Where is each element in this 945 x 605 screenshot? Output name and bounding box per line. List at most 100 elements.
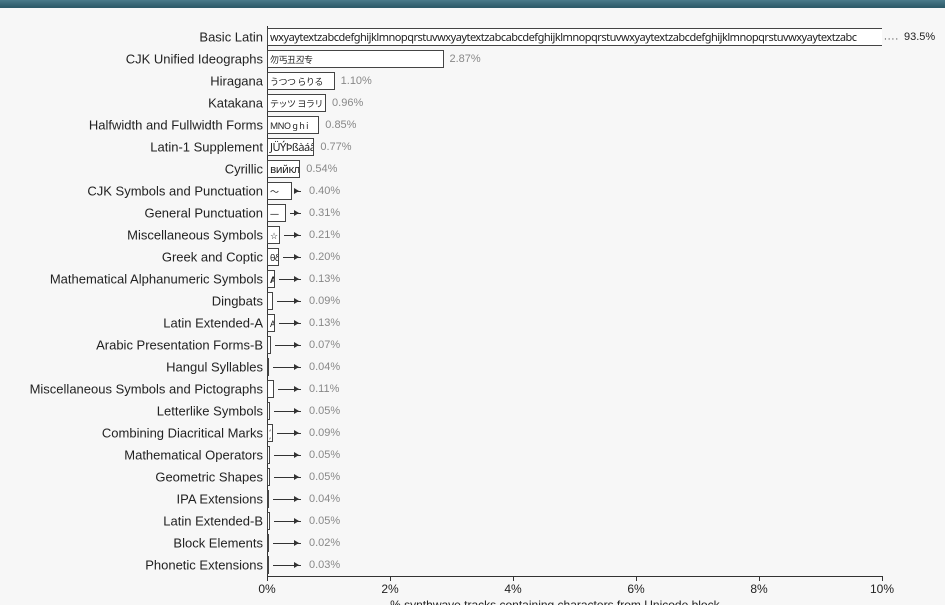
bar-fill-text: JÜÝÞßàáâãäå [268, 143, 314, 152]
chart-row: Latin Extended-AĄā0.13% [0, 312, 945, 334]
bar [267, 490, 269, 508]
bar: Ąā [267, 314, 275, 332]
value-arrow [273, 367, 301, 368]
category-label: CJK Symbols and Punctuation [87, 184, 263, 199]
value-arrow [274, 411, 301, 412]
bar-fill-text: うつつ らりる [268, 77, 325, 86]
x-tick [759, 576, 760, 581]
bar: うつつ らりる [267, 72, 335, 90]
category-label: Latin-1 Supplement [150, 140, 263, 155]
category-label: Katakana [208, 96, 263, 111]
value-label: 0.77% [320, 141, 351, 153]
chart-row: Miscellaneous Symbols and Pictographs0.1… [0, 378, 945, 400]
category-label: Dingbats [212, 294, 263, 309]
value-label: 0.21% [309, 229, 340, 241]
bar [267, 468, 270, 486]
value-label: 0.85% [325, 119, 356, 131]
category-label: Latin Extended-B [163, 514, 263, 529]
x-tick [267, 576, 268, 581]
bar: wxyaytextzabcdefghijklmnopqrstuvwxyaytex… [267, 28, 882, 46]
value-label: 0.04% [309, 493, 340, 505]
category-label: Mathematical Alphanumeric Symbols [50, 272, 263, 287]
chart-row: Dingbats 0.09% [0, 290, 945, 312]
chart-row: Phonetic Extensions0.03% [0, 554, 945, 576]
x-tick-label: 0% [258, 582, 275, 596]
bar [267, 402, 270, 420]
x-tick [882, 576, 883, 581]
value-label: 0.07% [309, 339, 340, 351]
value-label: 0.09% [309, 427, 340, 439]
bar: 勿丐丑丒专 [267, 50, 444, 68]
value-label: 0.05% [309, 449, 340, 461]
bar-fill-text: 𝐀 [268, 275, 275, 284]
category-label: Geometric Shapes [155, 470, 263, 485]
category-label: Hangul Syllables [166, 360, 263, 375]
value-label: 0.09% [309, 295, 340, 307]
value-arrow [279, 323, 301, 324]
value-arrow [274, 455, 301, 456]
bar-fill-text: テッツ ヨラリ [268, 99, 325, 108]
bar: ☆ [267, 226, 280, 244]
value-label: 2.87% [450, 53, 481, 65]
chart-row: Letterlike Symbols0.05% [0, 400, 945, 422]
bar-fill-text: wxyaytextzabcdefghijklmnopqrstuvwxyaytex… [268, 33, 859, 42]
category-label: Combining Diacritical Marks [102, 426, 263, 441]
category-label: IPA Extensions [177, 492, 263, 507]
bar-fill-text: вийклмн [268, 165, 300, 174]
bar-fill-text: — [268, 209, 281, 218]
bar-fill-text: 〜 [268, 187, 281, 196]
value-label: 0.40% [309, 185, 340, 197]
value-label: 0.05% [309, 471, 340, 483]
category-label: General Punctuation [144, 206, 263, 221]
bar: テッツ ヨラリ [267, 94, 326, 112]
bar: JÜÝÞßàáâãäå [267, 138, 314, 156]
category-label: CJK Unified Ideographs [126, 52, 263, 67]
bar: 𝐀 [267, 270, 275, 288]
bar-fill-text: ҉ [268, 429, 272, 438]
chart-row: Mathematical Operators0.05% [0, 444, 945, 466]
bar-fill-text: θδε [268, 253, 279, 262]
value-arrow [279, 279, 301, 280]
x-tick [513, 576, 514, 581]
chart-row: Greek and Copticθδε0.20% [0, 246, 945, 268]
x-tick [636, 576, 637, 581]
value-label: 0.96% [332, 97, 363, 109]
chart-row: General Punctuation — 0.31% [0, 202, 945, 224]
value-arrow [273, 499, 301, 500]
bar: 〜 [267, 182, 292, 200]
value-label: 0.20% [309, 251, 340, 263]
value-label: 0.03% [309, 559, 340, 571]
value-label: 93.5% [904, 31, 935, 43]
chart-row: Hiraganaうつつ らりる1.10% [0, 70, 945, 92]
bar-fill-text: 勿丐丑丒专 [268, 55, 315, 64]
chart-row: Latin-1 Supplement JÜÝÞßàáâãäå 0.77% [0, 136, 945, 158]
chart-row: Geometric Shapes 0.05% [0, 466, 945, 488]
category-label: Hiragana [210, 74, 263, 89]
bar [267, 336, 271, 354]
bar [267, 446, 270, 464]
value-label: 0.05% [309, 405, 340, 417]
value-arrow [283, 257, 301, 258]
chart-row: Block Elements0.02% [0, 532, 945, 554]
value-label: 0.31% [309, 207, 340, 219]
value-arrow [277, 301, 301, 302]
bar: — [267, 204, 286, 222]
bar [267, 534, 269, 552]
value-label: 0.13% [309, 317, 340, 329]
value-arrow [275, 345, 301, 346]
bar [267, 292, 273, 310]
value-label: 0.05% [309, 515, 340, 527]
category-label: Cyrillic [225, 162, 263, 177]
chart-row: Mathematical Alphanumeric Symbols𝐀0.13% [0, 268, 945, 290]
x-tick [390, 576, 391, 581]
chart-row: Katakana テッツ ヨラリ 0.96% [0, 92, 945, 114]
value-arrow [278, 389, 301, 390]
chart-row: CJK Symbols and Punctuation 〜 0.40% [0, 180, 945, 202]
bar: вийклмн [267, 160, 300, 178]
category-label: Basic Latin [199, 30, 263, 45]
x-tick-label: 2% [381, 582, 398, 596]
chart-row: Arabic Presentation Forms-B0.07% [0, 334, 945, 356]
x-tick-label: 4% [504, 582, 521, 596]
chart-row: Cyrillicвийклмн0.54% [0, 158, 945, 180]
bar: MNO g h i [267, 116, 319, 134]
